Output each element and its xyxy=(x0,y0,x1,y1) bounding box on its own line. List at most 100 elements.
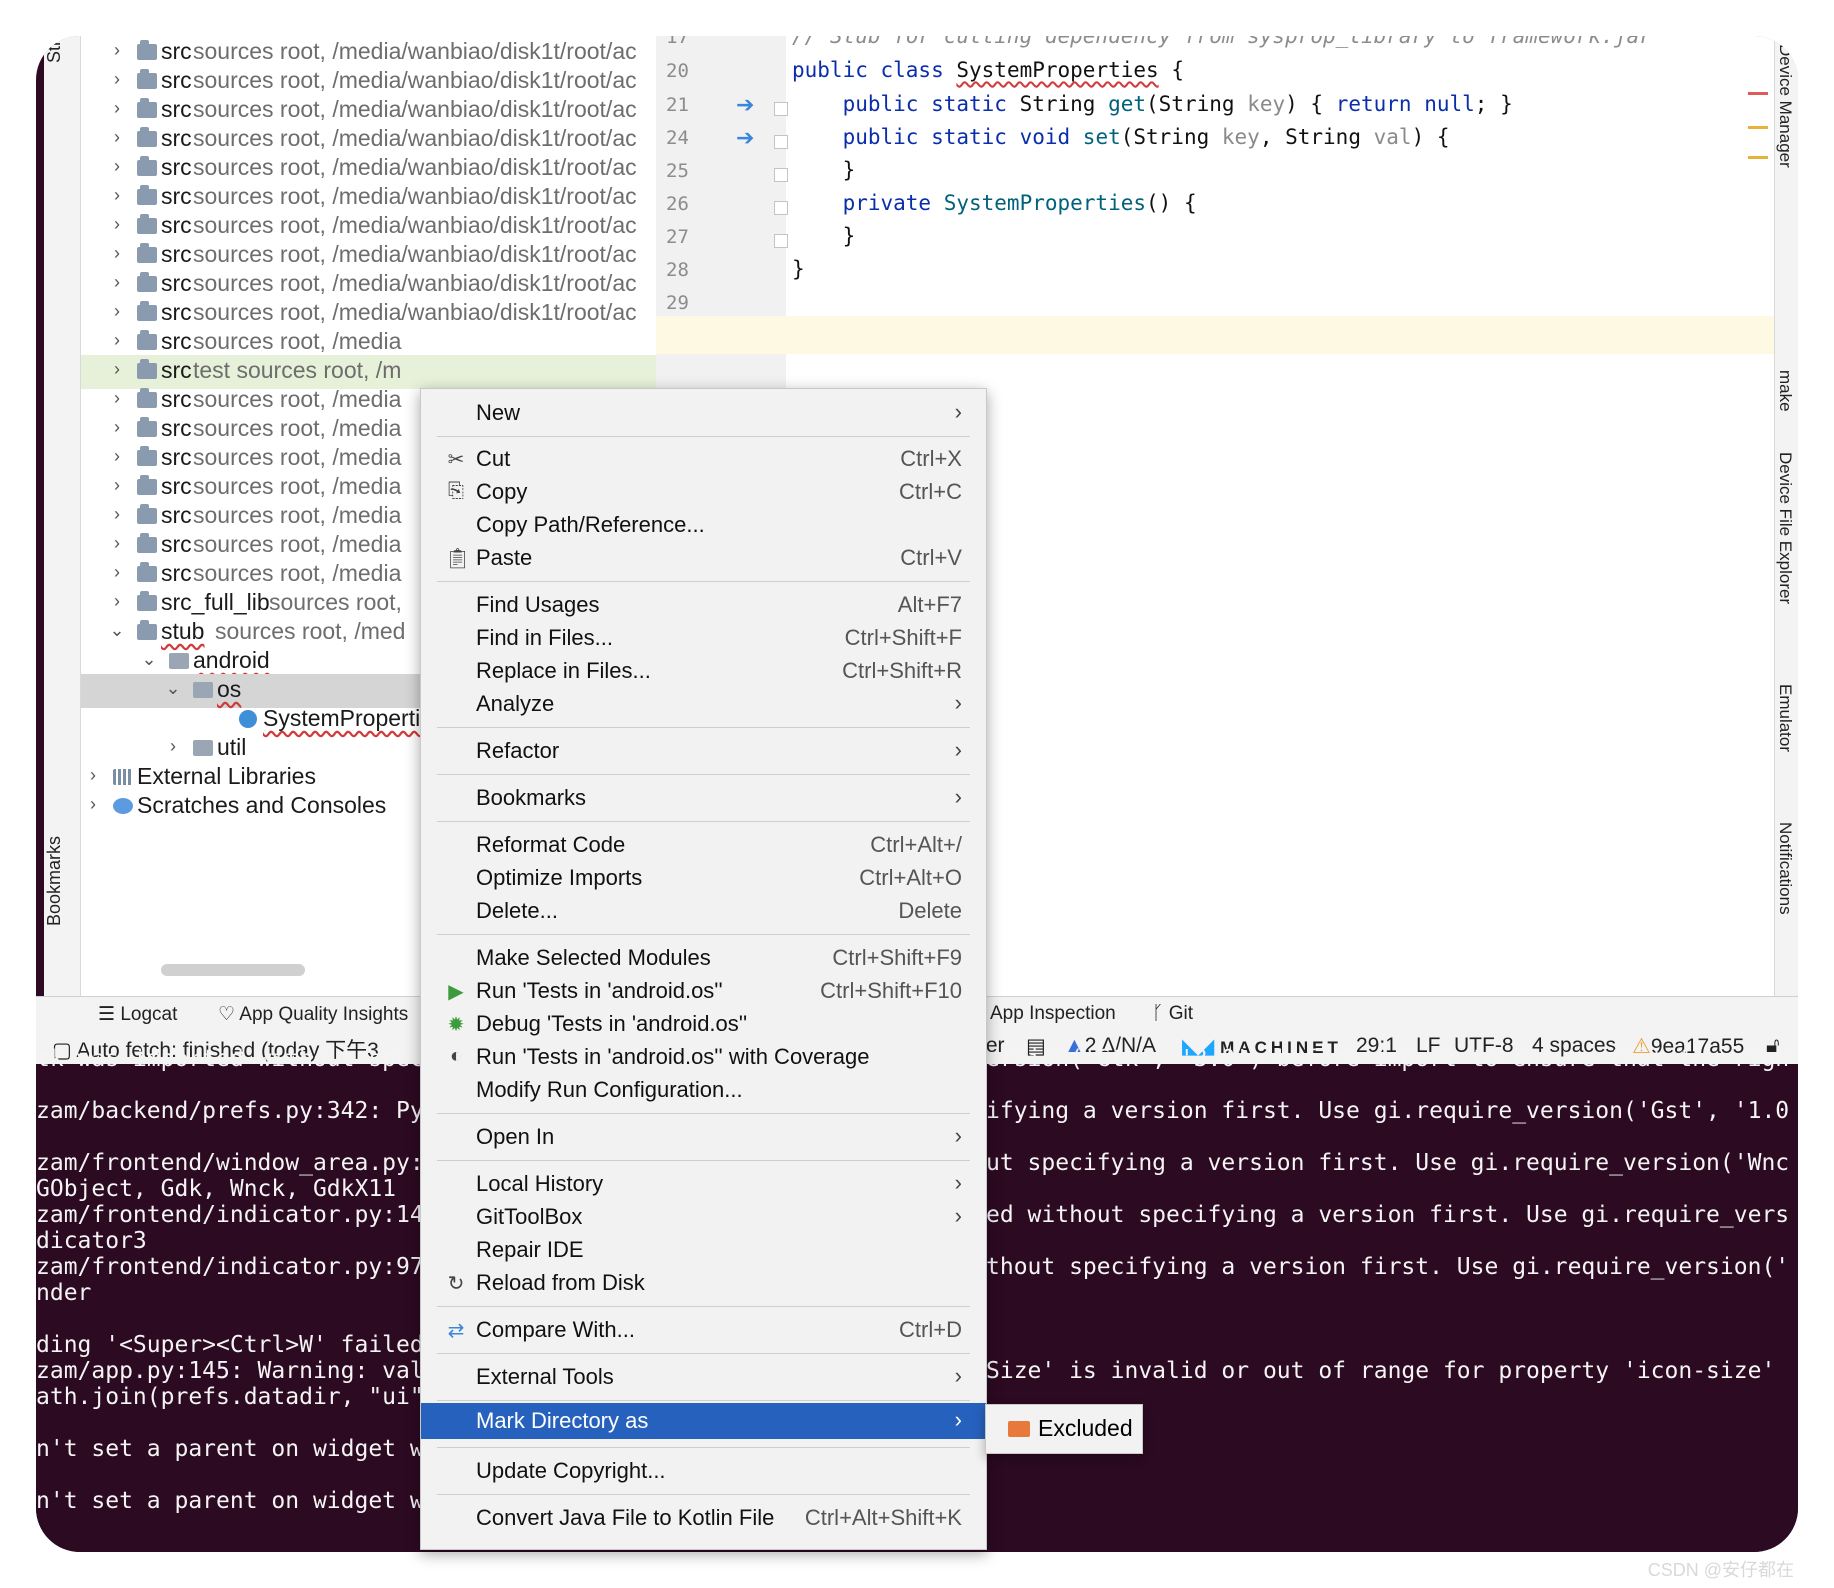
tree-item-label: src xyxy=(161,125,192,151)
chevron-right-icon[interactable]: › xyxy=(109,504,125,525)
emulator-tab[interactable]: Emulator xyxy=(1775,684,1795,752)
notifications-tab[interactable]: Notifications xyxy=(1775,822,1795,915)
menu-item-run-tests[interactable]: ▶ Run 'Tests in 'android.os'' Ctrl+Shift+F… xyxy=(421,975,986,1008)
menu-item-modify-run[interactable]: Modify Run Configuration... xyxy=(421,1074,986,1107)
menu-item-update-copyright[interactable]: Update Copyright... xyxy=(421,1455,986,1488)
menu-item-new[interactable]: New › xyxy=(421,397,986,430)
source-folder-icon xyxy=(137,40,157,60)
menu-item-open-in[interactable]: Open In › xyxy=(421,1121,986,1154)
menu-item-debug-tests[interactable]: ✹ Debug 'Tests in 'android.os'' xyxy=(421,1008,986,1041)
source-folder-icon xyxy=(137,359,157,379)
tree-item-note: sources root, /media/wanbiao/disk1t/root… xyxy=(193,270,637,296)
app-quality-tab[interactable]: ♡ App Quality Insights xyxy=(218,1003,408,1026)
menu-item-copy-path[interactable]: Copy Path/Reference... xyxy=(421,509,986,542)
menu-item-mark-dir[interactable]: Mark Directory as › xyxy=(421,1403,986,1439)
menu-item-find-usages[interactable]: Find Usages Alt+F7 xyxy=(421,589,986,622)
menu-separator xyxy=(437,1113,970,1114)
chevron-right-icon[interactable]: › xyxy=(109,272,125,293)
menu-item-replace-in-files[interactable]: Replace in Files... Ctrl+Shift+R xyxy=(421,655,986,688)
excluded-item[interactable]: Excluded xyxy=(1038,1415,1133,1442)
menu-item-run-coverage[interactable]: ◐ Run 'Tests in 'android.os'' with Covera… xyxy=(421,1041,986,1074)
device-manager-tab[interactable]: Device Manager xyxy=(1775,44,1795,168)
menu-item-reformat[interactable]: Reformat Code Ctrl+Alt+/ xyxy=(421,829,986,862)
menu-item-label: Reload from Disk xyxy=(476,1270,645,1295)
menu-item-compare[interactable]: ⇄ Compare With... Ctrl+D xyxy=(421,1314,986,1347)
chevron-right-icon[interactable]: › xyxy=(109,562,125,583)
terminal-line: ding '<Super><Ctrl>W' failed xyxy=(36,1332,424,1358)
logcat-tab[interactable]: ☰ Logcat xyxy=(98,1003,177,1026)
fold-marker-icon[interactable] xyxy=(774,135,788,149)
bookmarks-tab[interactable]: Bookmarks xyxy=(44,836,65,926)
background-strip xyxy=(36,36,44,1040)
chevron-right-icon[interactable]: › xyxy=(165,736,181,757)
tree-item-note: sources root, /media xyxy=(193,502,402,528)
source-folder-icon xyxy=(137,301,157,321)
menu-item-external-tools[interactable]: External Tools › xyxy=(421,1361,986,1394)
menu-item-refactor[interactable]: Refactor › xyxy=(421,735,986,768)
horizontal-scrollbar[interactable] xyxy=(161,964,305,976)
chevron-right-icon[interactable]: › xyxy=(85,794,101,815)
chevron-right-icon[interactable]: › xyxy=(109,214,125,235)
tree-item-note: sources root, /media/wanbiao/disk1t/root… xyxy=(193,241,637,267)
menu-item-convert[interactable]: Convert Java File to Kotlin File Ctrl+Alt… xyxy=(421,1502,986,1535)
menu-item-repair-ide[interactable]: Repair IDE xyxy=(421,1234,986,1267)
chevron-right-icon[interactable]: › xyxy=(109,156,125,177)
chevron-right-icon[interactable]: › xyxy=(109,359,125,380)
device-file-explorer-tab[interactable]: Device File Explorer xyxy=(1775,452,1795,604)
implementation-arrow-icon[interactable]: ➔ xyxy=(736,125,754,151)
chevron-right-icon[interactable]: › xyxy=(109,591,125,612)
chevron-right-icon[interactable]: › xyxy=(109,98,125,119)
menu-item-analyze[interactable]: Analyze › xyxy=(421,688,986,721)
git-tab[interactable]: ᚴ Git xyxy=(1152,1003,1193,1025)
chevron-right-icon[interactable]: › xyxy=(109,446,125,467)
chevron-right-icon[interactable]: › xyxy=(109,417,125,438)
tree-item-label: src xyxy=(161,212,192,238)
chevron-right-icon[interactable]: › xyxy=(109,388,125,409)
chevron-right-icon[interactable]: › xyxy=(109,475,125,496)
menu-shortcut: Ctrl+Alt+/ xyxy=(870,832,962,857)
tree-item-label: src xyxy=(161,502,192,528)
chevron-right-icon[interactable]: › xyxy=(109,301,125,322)
menu-item-bookmarks[interactable]: Bookmarks › xyxy=(421,782,986,815)
fold-marker-icon[interactable] xyxy=(774,168,788,182)
chevron-down-icon[interactable]: ⌄ xyxy=(109,620,125,641)
fold-marker-icon[interactable] xyxy=(774,102,788,116)
menu-item-gittoolbox[interactable]: GitToolBox › xyxy=(421,1201,986,1234)
menu-item-optimize[interactable]: Optimize Imports Ctrl+Alt+O xyxy=(421,862,986,895)
menu-item-reload[interactable]: ↻ Reload from Disk xyxy=(421,1267,986,1300)
make-tab[interactable]: make xyxy=(1775,370,1795,412)
chevron-right-icon[interactable]: › xyxy=(109,40,125,61)
fold-marker-icon[interactable] xyxy=(774,201,788,215)
chevron-right-icon[interactable]: › xyxy=(85,765,101,786)
app-inspection-tab[interactable]: App Inspection xyxy=(990,1003,1116,1025)
menu-item-label: Update Copyright... xyxy=(476,1458,666,1483)
menu-item-delete[interactable]: Delete... Delete xyxy=(421,895,986,928)
chevron-right-icon[interactable]: › xyxy=(109,533,125,554)
menu-item-make-modules[interactable]: Make Selected Modules Ctrl+Shift+F9 xyxy=(421,942,986,975)
structure-tab[interactable]: Str xyxy=(44,40,65,63)
chevron-down-icon[interactable]: ⌄ xyxy=(141,649,157,670)
chevron-right-icon[interactable]: › xyxy=(109,127,125,148)
right-tool-strip: Device Manager make Device File Explorer… xyxy=(1774,36,1798,996)
terminal-line: thout specifying a version first. Use gi… xyxy=(986,1254,1790,1280)
code-token: SystemProperties xyxy=(956,58,1159,82)
menu-item-label: Reformat Code xyxy=(476,832,626,857)
tree-item-note: sources root, /media/wanbiao/disk1t/root… xyxy=(193,38,637,64)
chevron-right-icon[interactable]: › xyxy=(109,69,125,90)
menu-item-cut[interactable]: ✂ Cut Ctrl+X xyxy=(421,443,986,476)
chevron-down-icon[interactable]: ⌄ xyxy=(165,678,181,699)
warning-marker[interactable] xyxy=(1748,156,1768,159)
class-icon xyxy=(239,710,257,728)
chevron-right-icon[interactable]: › xyxy=(109,243,125,264)
menu-item-find-in-files[interactable]: Find in Files... Ctrl+Shift+F xyxy=(421,622,986,655)
implementation-arrow-icon[interactable]: ➔ xyxy=(736,92,754,118)
menu-item-copy[interactable]: ⎘ Copy Ctrl+C xyxy=(421,476,986,509)
chevron-right-icon[interactable]: › xyxy=(109,330,125,351)
menu-shortcut: Ctrl+D xyxy=(899,1317,962,1342)
warning-marker[interactable] xyxy=(1748,126,1768,129)
menu-item-local-history[interactable]: Local History › xyxy=(421,1168,986,1201)
chevron-right-icon[interactable]: › xyxy=(109,185,125,206)
menu-item-paste[interactable]: 📋︎ Paste Ctrl+V xyxy=(421,542,986,575)
error-marker[interactable] xyxy=(1748,92,1768,95)
fold-marker-icon[interactable] xyxy=(774,234,788,248)
